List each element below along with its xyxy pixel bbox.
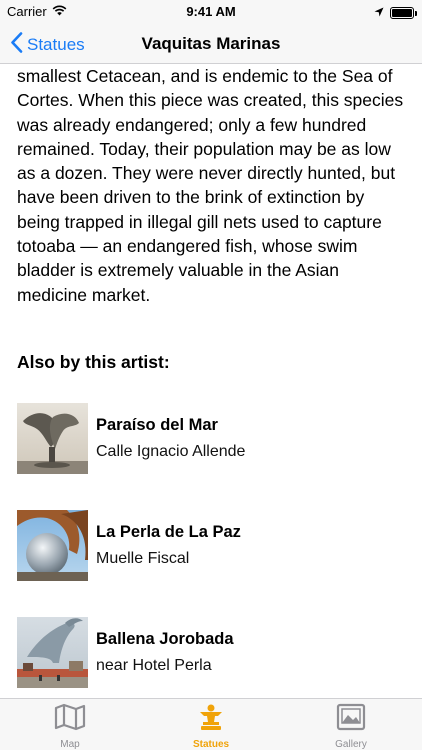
also-by-artist-heading: Also by this artist:: [17, 352, 170, 372]
statue-detail-scroll[interactable]: smallest Cetacean, and is endemic to the…: [0, 65, 422, 698]
page-title: Vaquitas Marinas: [141, 34, 281, 53]
navigation-bar: Statues Vaquitas Marinas: [0, 24, 422, 64]
gallery-icon: [336, 703, 366, 736]
artwork-thumbnail: [17, 509, 88, 581]
artwork-row-paraiso-del-mar[interactable]: Paraíso del Mar Calle Ignacio Allende: [17, 402, 407, 474]
tab-label: Statues: [192, 739, 230, 750]
artwork-thumbnail: [17, 616, 88, 688]
artwork-info: La Perla de La Paz Muelle Fiscal: [96, 522, 241, 569]
status-bar: Carrier 9:41 AM: [0, 0, 422, 24]
artwork-row-ballena-jorobada[interactable]: Ballena Jorobada near Hotel Perla: [17, 616, 407, 688]
artwork-location: Calle Ignacio Allende: [96, 442, 246, 460]
tab-gallery[interactable]: Gallery: [311, 703, 391, 750]
statue-icon: [196, 703, 226, 736]
tab-label: Gallery: [335, 739, 367, 750]
battery-icon: [390, 6, 417, 19]
artwork-title: La Perla de La Paz: [96, 522, 241, 541]
status-right: [374, 5, 417, 20]
tab-statues[interactable]: Statues: [171, 703, 251, 750]
status-time: 9:41 AM: [186, 4, 236, 19]
artwork-location: Muelle Fiscal: [96, 549, 190, 567]
artwork-title: Paraíso del Mar: [96, 415, 218, 434]
artwork-title: Ballena Jorobada: [96, 629, 234, 648]
artwork-row-la-perla-de-la-paz[interactable]: La Perla de La Paz Muelle Fiscal: [17, 509, 407, 581]
artwork-location: near Hotel Perla: [96, 656, 212, 674]
map-icon: [54, 703, 86, 736]
artwork-thumbnail: [17, 402, 88, 474]
tab-label: Map: [60, 739, 80, 750]
artwork-info: Paraíso del Mar Calle Ignacio Allende: [96, 415, 245, 462]
artwork-info: Ballena Jorobada near Hotel Perla: [96, 629, 234, 676]
tab-map[interactable]: Map: [30, 703, 110, 750]
tab-bar: Map Statues Gallery: [0, 698, 422, 750]
location-arrow-icon: [374, 5, 384, 20]
statue-description: smallest Cetacean, and is endemic to the…: [17, 66, 404, 305]
